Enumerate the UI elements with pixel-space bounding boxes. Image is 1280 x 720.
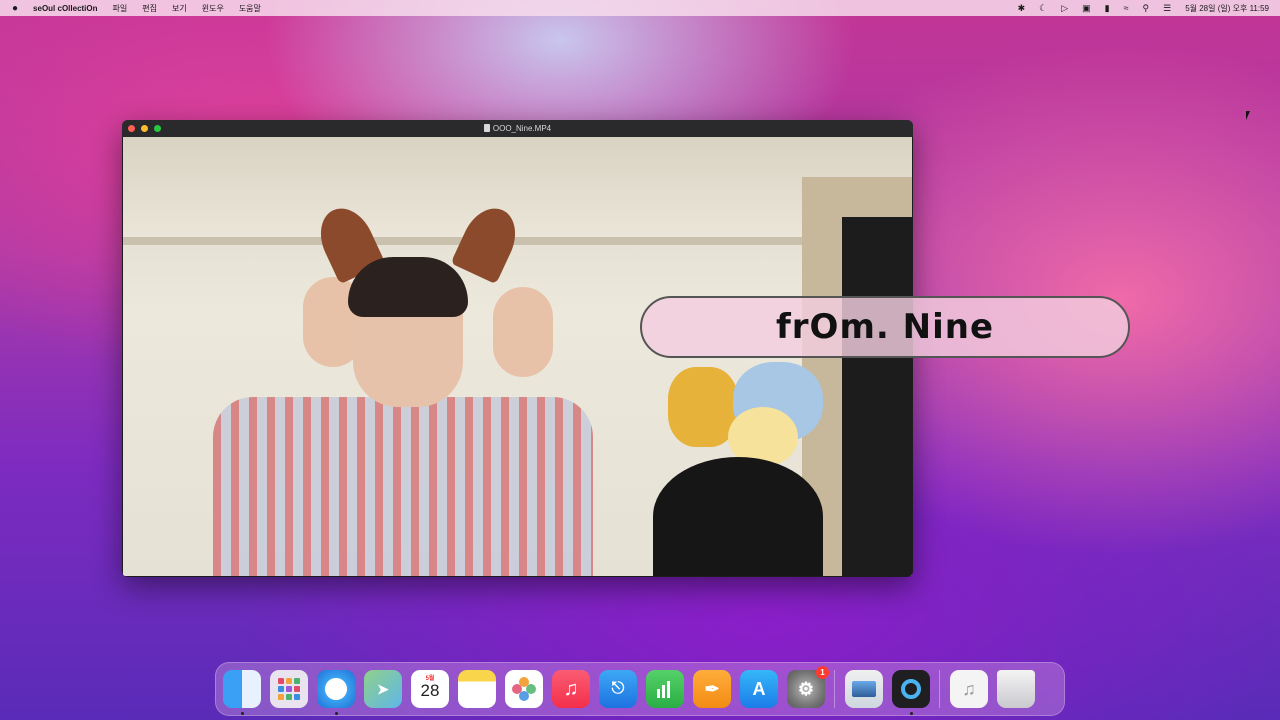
person-figure xyxy=(153,197,653,576)
finder-running-indicator xyxy=(240,712,244,715)
search-icon[interactable]: ⚲ xyxy=(1143,0,1150,16)
keynote-podium-icon: ⎋ xyxy=(611,680,625,697)
menu-window[interactable]: 윈도우 xyxy=(202,3,224,14)
keynote-icon[interactable]: ⎋ xyxy=(599,670,637,708)
menu-file[interactable]: 파일 xyxy=(113,3,128,14)
trash-icon[interactable] xyxy=(997,670,1035,708)
plaid-pajama xyxy=(213,397,593,576)
gear-icon: ⚙ xyxy=(797,678,815,699)
fox-ear-right xyxy=(450,199,526,285)
menu-bar: ● seOul cOllectiOn 파일 편집 보기 윈도우 도움말 ✱ ☾ … xyxy=(0,0,1280,16)
wifi-icon[interactable]: ≈ xyxy=(1124,0,1129,16)
play-icon[interactable]: ▷ xyxy=(1061,0,1068,16)
music-note-icon: ♫ xyxy=(563,677,579,700)
quicktime-running-indicator xyxy=(909,712,913,715)
mouse-cursor-icon xyxy=(1246,111,1250,120)
safari-icon[interactable] xyxy=(317,670,355,715)
window-title-text: OOO_Nine.MP4 xyxy=(492,124,552,133)
video-file-icon xyxy=(483,124,490,132)
settings-badge: 1 xyxy=(816,666,829,679)
calendar-day-label: 28 xyxy=(420,681,440,700)
launchpad-grid-icon xyxy=(278,678,300,700)
photos-flower-icon xyxy=(512,677,536,701)
focus-moon-icon[interactable]: ☾ xyxy=(1039,0,1047,16)
hair xyxy=(348,257,468,317)
video-doorway xyxy=(842,217,912,576)
window-title: OOO_Nine.MP4 xyxy=(122,124,913,133)
dock-separator xyxy=(834,670,835,708)
numbers-bars-icon xyxy=(657,681,670,698)
maps-icon[interactable]: ➤ xyxy=(364,670,402,708)
app-store-a-icon: A xyxy=(752,678,766,699)
window-titlebar[interactable]: OOO_Nine.MP4 xyxy=(122,120,913,137)
calendar-icon[interactable]: 5월 28 xyxy=(411,670,449,708)
plush-mickey xyxy=(653,457,823,576)
menubar-clock[interactable]: 5월 28일 (일) 오후 11:59 xyxy=(1185,3,1269,14)
pages-icon[interactable]: ✒ xyxy=(693,670,731,708)
music-icon[interactable]: ♫ xyxy=(552,670,590,708)
menu-help[interactable]: 도움말 xyxy=(239,3,261,14)
right-hand xyxy=(493,287,553,377)
finder-icon[interactable] xyxy=(223,670,261,715)
numbers-icon[interactable] xyxy=(646,670,684,708)
menu-edit[interactable]: 편집 xyxy=(142,3,157,14)
maps-arrow-icon: ➤ xyxy=(377,680,389,697)
bluetooth-icon[interactable]: ✱ xyxy=(1018,0,1026,16)
preview-icon[interactable] xyxy=(845,670,883,708)
control-center-icon[interactable]: ☰ xyxy=(1163,0,1171,16)
safari-running-indicator xyxy=(334,712,338,715)
pages-pen-icon: ✒ xyxy=(704,678,720,699)
audio-file-glyph-icon: ♫ xyxy=(962,678,976,699)
dock: ➤ 5월 28 ♫ ⎋ ✒ A ⚙ 1 ♫ xyxy=(215,662,1065,716)
app-store-icon[interactable]: A xyxy=(740,670,778,708)
app-name-menu[interactable]: seOul cOllectiOn xyxy=(33,4,97,13)
photos-icon[interactable] xyxy=(505,670,543,708)
caption-banner: frOm. Nine xyxy=(640,296,1130,358)
preview-photo-icon xyxy=(852,681,876,697)
launchpad-icon[interactable] xyxy=(270,670,308,708)
input-source-icon[interactable]: ▣ xyxy=(1082,0,1091,16)
system-settings-icon[interactable]: ⚙ 1 xyxy=(787,666,829,708)
quicktime-q-icon xyxy=(901,679,921,699)
menu-view[interactable]: 보기 xyxy=(172,3,187,14)
quicktime-icon[interactable] xyxy=(892,670,930,715)
battery-icon[interactable]: ▮ xyxy=(1105,0,1110,16)
dock-separator-2 xyxy=(939,670,940,708)
apple-menu-icon[interactable]: ● xyxy=(12,3,18,14)
music-file-icon[interactable]: ♫ xyxy=(950,670,988,708)
notes-icon[interactable] xyxy=(458,670,496,708)
